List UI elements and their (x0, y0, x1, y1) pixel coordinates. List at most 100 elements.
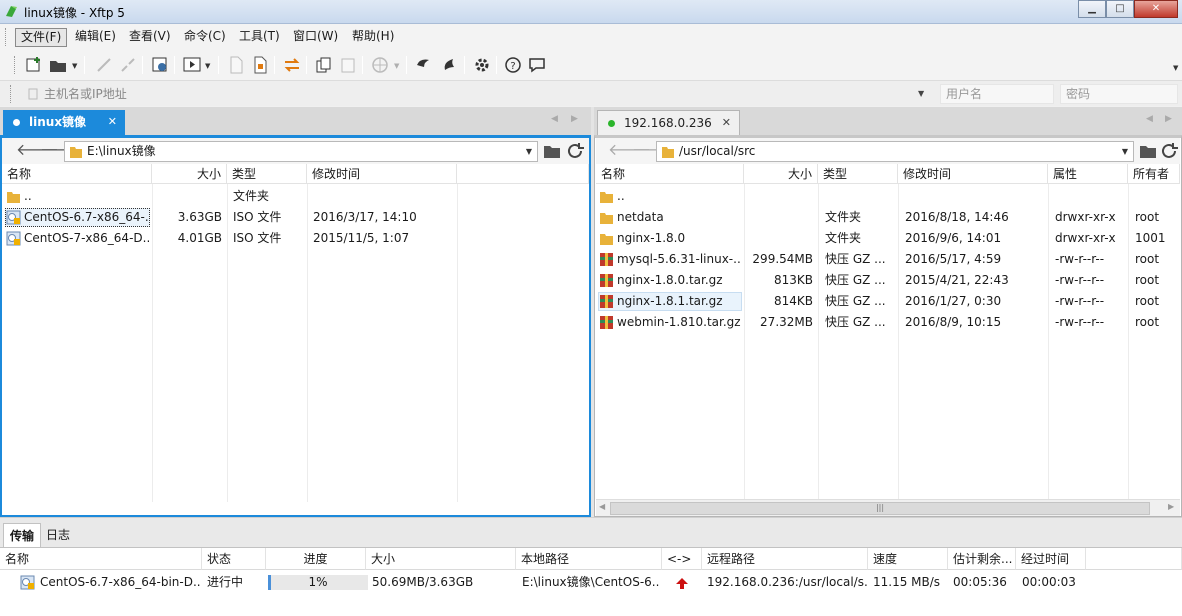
file-row[interactable]: nginx-1.8.0 文件夹 2016/9/6, 14:01 drwxr-xr… (596, 228, 1180, 249)
file-row[interactable]: nginx-1.8.0.tar.gz 813KB 快压 GZ ... 2015/… (596, 270, 1180, 291)
tab-status-icon (13, 119, 20, 126)
scroll-thumb[interactable]: ||| (610, 502, 1150, 515)
properties-icon (152, 57, 167, 72)
menu-file[interactable]: 文件(F) (15, 28, 68, 47)
col-direction[interactable]: <-> (662, 548, 702, 570)
refresh-icon[interactable] (1160, 142, 1180, 160)
horizontal-scrollbar[interactable]: ◀ ||| ▶ (596, 499, 1180, 516)
file-type: 文件夹 (825, 231, 862, 245)
col-modified[interactable]: 修改时间 (307, 164, 457, 184)
open-session-button[interactable] (48, 55, 68, 75)
disconnect-button[interactable] (118, 55, 138, 75)
close-window-button[interactable]: ✕ (1134, 0, 1178, 18)
col-name[interactable]: 名称 (0, 548, 202, 570)
col-size[interactable]: 大小 (366, 548, 516, 570)
col-owner[interactable]: 所有者 (1128, 164, 1180, 184)
col-progress[interactable]: 进度 (266, 548, 366, 570)
connect-button[interactable] (94, 55, 114, 75)
tab-local[interactable]: linux镜像 ✕ (3, 110, 125, 135)
back-arrow-icon[interactable]: 🡐 (16, 142, 59, 159)
tab-scroll-left-icon[interactable]: ◀ (551, 114, 558, 124)
chevron-down-icon[interactable]: ▼ (526, 142, 532, 161)
chevron-down-icon[interactable]: ▼ (394, 62, 399, 70)
menu-view[interactable]: 查看(V) (124, 28, 176, 47)
local-file-button[interactable] (226, 55, 246, 75)
col-local-path[interactable]: 本地路径 (516, 548, 662, 570)
host-address-input[interactable]: 主机名或IP地址 (22, 84, 934, 104)
sync-button[interactable] (282, 55, 302, 75)
chevron-down-icon[interactable]: ▼ (1122, 142, 1128, 161)
forward-arrow-icon[interactable]: 🡒 (40, 142, 83, 159)
folder-up-icon (600, 192, 613, 203)
folder-up-icon[interactable] (1138, 142, 1158, 160)
col-name[interactable]: 名称 (596, 164, 744, 184)
toolbar-overflow-icon[interactable]: ▼ (1173, 64, 1178, 72)
remote-path-input[interactable]: /usr/local/src ▼ (656, 141, 1134, 162)
close-tab-icon[interactable]: ✕ (108, 110, 117, 134)
file-row[interactable]: mysql-5.6.31-linux-... 299.54MB 快压 GZ ..… (596, 249, 1180, 270)
tab-scroll-right-icon[interactable]: ▶ (1165, 114, 1172, 124)
password-input[interactable]: 密码 (1060, 84, 1178, 104)
menu-window[interactable]: 窗口(W) (288, 28, 343, 47)
file-attributes: -rw-r--r-- (1055, 252, 1105, 266)
refresh-icon[interactable] (566, 142, 586, 160)
col-remote-path[interactable]: 远程路径 (702, 548, 868, 570)
file-modified: 2016/5/17, 4:59 (905, 252, 1002, 266)
remote-file-button[interactable] (250, 55, 270, 75)
tab-transfer[interactable]: 传输 (3, 523, 42, 548)
col-speed[interactable]: 速度 (868, 548, 948, 570)
menu-help[interactable]: 帮助(H) (347, 28, 399, 47)
chevron-down-icon[interactable]: ▼ (72, 62, 77, 70)
chevron-down-icon[interactable]: ▼ (918, 89, 924, 98)
address-grip (10, 85, 13, 103)
menu-edit[interactable]: 编辑(E) (70, 28, 121, 47)
col-attributes[interactable]: 属性 (1048, 164, 1128, 184)
new-session-button[interactable] (24, 55, 44, 75)
menu-command[interactable]: 命令(C) (179, 28, 231, 47)
tab-scroll-left-icon[interactable]: ◀ (1146, 114, 1153, 124)
col-eta[interactable]: 估计剩余... (948, 548, 1016, 570)
transfer-local-path: E:\linux镜像\CentOS-6... (522, 575, 660, 589)
maximize-button[interactable]: □ (1106, 0, 1134, 18)
encoding-button[interactable] (370, 55, 390, 75)
scroll-right-icon[interactable]: ▶ (1168, 502, 1174, 511)
col-size[interactable]: 大小 (152, 164, 227, 184)
forward-arrow-icon[interactable]: 🡒 (632, 142, 675, 159)
session-properties-button[interactable] (150, 55, 170, 75)
file-row[interactable]: netdata 文件夹 2016/8/18, 14:46 drwxr-xr-x … (596, 207, 1180, 228)
col-size[interactable]: 大小 (744, 164, 818, 184)
file-row[interactable]: .. 文件夹 (2, 186, 589, 207)
xshell-button[interactable] (414, 55, 434, 75)
file-row[interactable]: webmin-1.810.tar.gz 27.32MB 快压 GZ ... 20… (596, 312, 1180, 333)
chevron-down-icon[interactable]: ▼ (205, 62, 210, 70)
col-type[interactable]: 类型 (227, 164, 307, 184)
tab-remote[interactable]: 192.168.0.236 ✕ (597, 110, 740, 135)
options-button[interactable] (472, 55, 492, 75)
col-status[interactable]: 状态 (202, 548, 266, 570)
local-path-input[interactable]: E:\linux镜像 ▼ (64, 141, 538, 162)
xftp-button[interactable] (440, 55, 460, 75)
menu-tools[interactable]: 工具(T) (234, 28, 285, 47)
folder-up-icon (7, 192, 20, 203)
feedback-button[interactable] (527, 55, 547, 75)
file-row[interactable]: .. (596, 186, 1180, 207)
username-input[interactable]: 用户名 (940, 84, 1054, 104)
help-button[interactable]: ? (503, 55, 523, 75)
start-transfer-button[interactable] (182, 55, 202, 75)
minimize-button[interactable]: ▁ (1078, 0, 1106, 18)
col-elapsed[interactable]: 经过时间 (1016, 548, 1086, 570)
tab-log[interactable]: 日志 (40, 523, 76, 548)
col-type[interactable]: 类型 (818, 164, 898, 184)
scroll-left-icon[interactable]: ◀ (599, 502, 605, 511)
copy-button[interactable] (314, 55, 334, 75)
folder-up-icon[interactable] (542, 142, 562, 160)
file-row[interactable]: nginx-1.8.1.tar.gz 814KB 快压 GZ ... 2016/… (596, 291, 1180, 312)
col-modified[interactable]: 修改时间 (898, 164, 1048, 184)
back-arrow-icon[interactable]: 🡐 (608, 142, 651, 159)
file-row[interactable]: CentOS-7-x86_64-D... 4.01GB ISO 文件 2015/… (2, 228, 589, 249)
paste-button[interactable] (338, 55, 358, 75)
file-row[interactable]: CentOS-6.7-x86_64-... 3.63GB ISO 文件 2016… (2, 207, 589, 228)
tab-scroll-right-icon[interactable]: ▶ (571, 114, 578, 124)
col-name[interactable]: 名称 (2, 164, 152, 184)
close-tab-icon[interactable]: ✕ (722, 111, 731, 135)
